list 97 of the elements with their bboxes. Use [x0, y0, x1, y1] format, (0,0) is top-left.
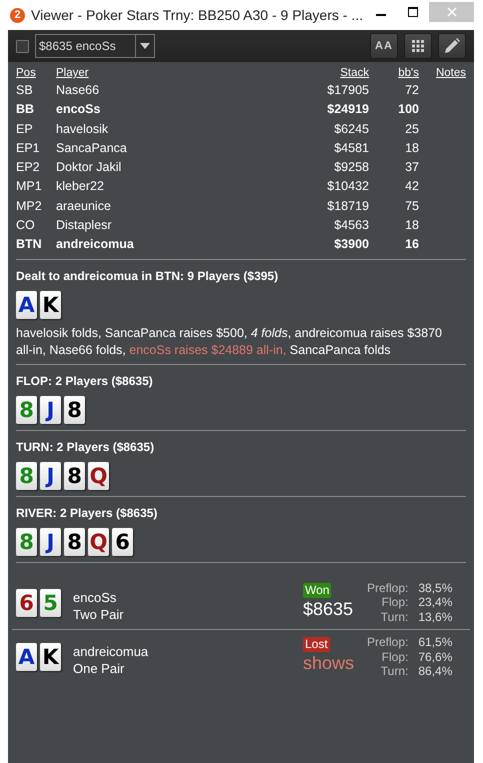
- playing-card: J: [40, 528, 61, 556]
- table-cell-text: 72: [405, 82, 419, 99]
- table-cell-text: $4581: [334, 140, 369, 157]
- column-header[interactable]: Pos: [16, 67, 56, 80]
- table-cell-text: EP1: [16, 140, 41, 157]
- table-cell-text: 25: [405, 120, 419, 138]
- equity-label: Preflop:: [367, 580, 408, 596]
- table-cell-text: encoSs: [56, 101, 102, 118]
- street-title: RIVER: 2 Players ($8635): [16, 504, 158, 521]
- playing-card: J: [40, 396, 61, 424]
- result-amount: shows: [303, 652, 354, 674]
- playing-card: 6: [16, 588, 37, 617]
- pencil-icon: [444, 38, 460, 54]
- street-title: TURN: 2 Players ($8635): [16, 438, 156, 455]
- hand-dropdown[interactable]: $8635 encoSs: [35, 34, 155, 58]
- playing-card: Q: [88, 462, 109, 490]
- equity-label: Turn:: [380, 664, 408, 679]
- table-cell-text: $18719: [327, 198, 369, 215]
- table-cell-text: $3900: [334, 236, 369, 254]
- result-amount: $8635: [303, 598, 354, 620]
- hand-rank: Two Pair: [73, 606, 125, 623]
- playing-card: K: [40, 643, 61, 672]
- equity-value: 76,6%: [418, 650, 452, 664]
- table-cell-text: BTN: [16, 236, 43, 254]
- minimize-icon: [376, 14, 386, 16]
- equity-label: Flop:: [380, 595, 408, 610]
- table-cell-text: 42: [405, 178, 419, 196]
- playing-card: J: [40, 462, 61, 490]
- table-cell-text: 100: [398, 101, 419, 118]
- table-cell-text: havelosik: [56, 120, 110, 138]
- maximize-icon: [407, 6, 419, 18]
- table-cell-text: kleber22: [56, 178, 105, 196]
- playing-card: 8: [16, 462, 37, 490]
- equity-value: 23,4%: [418, 595, 452, 610]
- playing-card: A: [16, 290, 37, 319]
- outcome-badge: Won: [303, 582, 332, 598]
- equity-value: 61,5%: [418, 635, 452, 650]
- table-cell-text: $17905: [327, 82, 369, 99]
- table-cell-text: SB: [16, 82, 34, 99]
- player-name: encoSs: [73, 588, 118, 606]
- table-cell-text: 16: [405, 236, 419, 254]
- table-cell-text: EP: [16, 120, 34, 138]
- column-header[interactable]: Stack: [340, 67, 369, 80]
- table-cell-text: SancaPanca: [56, 140, 128, 157]
- playing-card: 8: [16, 528, 37, 556]
- street-title: Dealt to andreicomua in BTN: 9 Players ($395): [16, 268, 280, 284]
- playing-card: 8: [64, 396, 85, 424]
- playing-card: A: [16, 643, 37, 672]
- playing-card: 8: [64, 528, 85, 556]
- action-summary: havelosik folds, SancaPanca raises $500, 4 folds, andreicomua raises $3870 all-in, Nase66 folds, encoSs raises $24889 all-in, SancaPanca folds: [16, 324, 443, 359]
- column-header[interactable]: bb's: [398, 67, 419, 80]
- table-cell-text: $6245: [334, 120, 369, 138]
- table-cell-text: 18: [405, 217, 419, 234]
- table-cell-text: $24919: [327, 101, 369, 118]
- street-title: FLOP: 2 Players ($8635): [16, 372, 154, 389]
- grid-button[interactable]: [404, 33, 432, 59]
- table-cell-text: $4563: [334, 217, 369, 234]
- close-icon: [446, 6, 458, 18]
- equity-label: Turn:: [380, 610, 408, 624]
- table-cell-text: 37: [405, 159, 419, 176]
- player-name: andreicomua: [73, 643, 150, 660]
- playing-card: Q: [88, 528, 109, 556]
- table-cell-text: EP2: [16, 159, 41, 176]
- table-cell-text: $10432: [327, 178, 369, 196]
- table-cell-text: MP2: [16, 198, 43, 215]
- column-header[interactable]: Player: [56, 67, 289, 80]
- table-cell-text: CO: [16, 217, 36, 234]
- window-title: Viewer - Poker Stars Trny: BB250 A30 - 9 Players - ...: [31, 7, 363, 23]
- equity-value: 13,6%: [418, 610, 452, 624]
- font-size-button[interactable]: AA: [370, 33, 398, 59]
- equity-value: 38,5%: [418, 580, 452, 596]
- table-cell-text: Nase66: [56, 82, 100, 99]
- caret-icon: [139, 42, 151, 50]
- table-cell-text: MP1: [16, 178, 43, 196]
- playing-card: 6: [112, 528, 133, 556]
- playing-card: 8: [16, 396, 37, 424]
- playing-card: K: [40, 290, 61, 319]
- hand-rank: One Pair: [73, 660, 126, 678]
- table-cell-text: $9258: [334, 159, 369, 176]
- equity-value: 86,4%: [418, 664, 452, 679]
- checkbox[interactable]: [16, 40, 29, 52]
- playing-card: 5: [40, 588, 61, 617]
- outcome-badge: Lost: [303, 637, 330, 652]
- equity-label: Preflop:: [367, 635, 408, 650]
- table-cell-text: 75: [405, 198, 419, 215]
- equity-label: Flop:: [380, 650, 408, 664]
- table-cell-text: Doktor Jakil: [56, 159, 122, 176]
- edit-button[interactable]: [438, 33, 466, 59]
- table-cell-text: 18: [405, 140, 419, 157]
- app-badge: 2: [10, 8, 25, 22]
- grid-icon: [412, 40, 424, 52]
- table-cell-text: araeunice: [56, 198, 112, 215]
- table-cell-text: BB: [16, 101, 36, 118]
- playing-card: 8: [64, 462, 85, 490]
- table-cell-text: Distaplesr: [56, 217, 113, 234]
- column-header[interactable]: Notes: [436, 67, 466, 80]
- table-cell-text: andreicomua: [56, 236, 135, 254]
